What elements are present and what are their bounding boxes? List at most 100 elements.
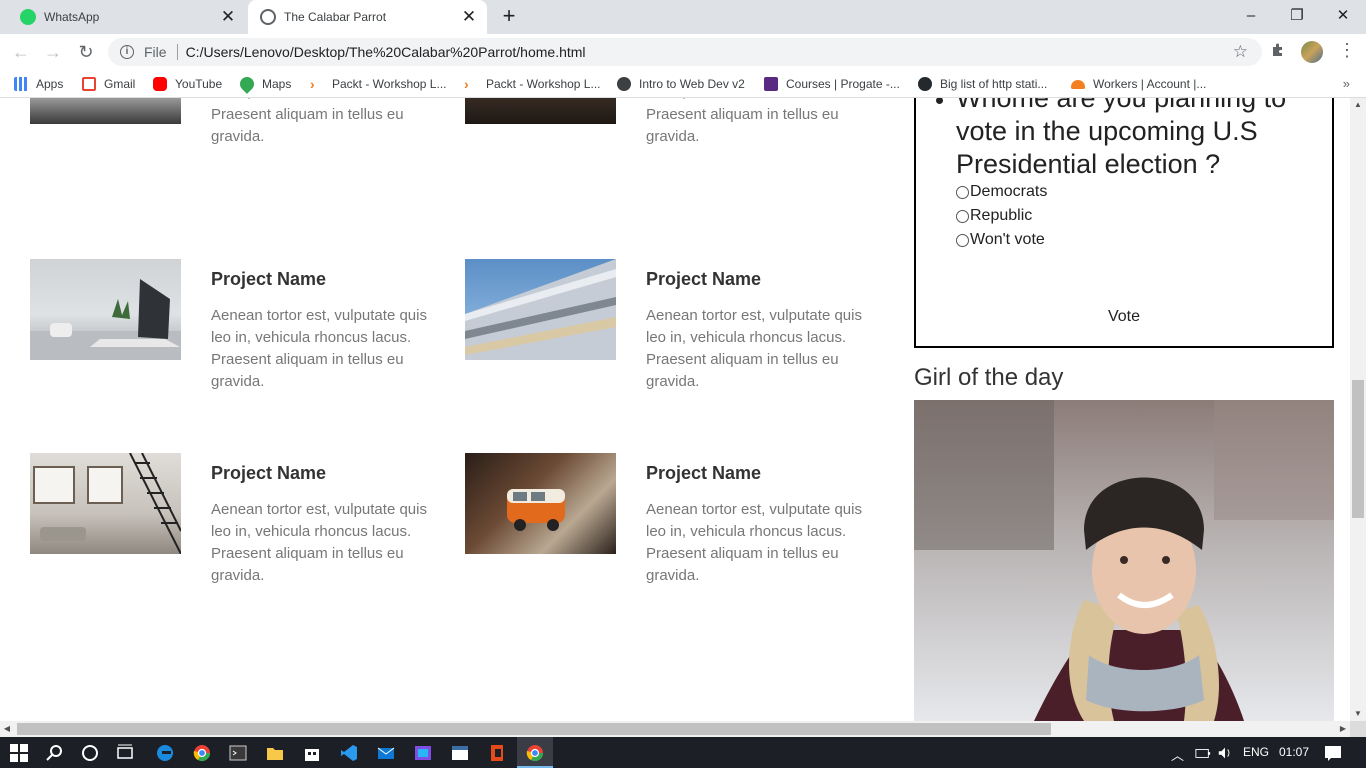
- clock[interactable]: 01:07: [1279, 745, 1309, 759]
- radio-button[interactable]: [956, 185, 969, 199]
- poll-question: Whome are you planning to vote in the up…: [956, 98, 1287, 179]
- tab-title: The Calabar Parrot: [284, 10, 387, 24]
- project-description: Aenean tortor est, vulputate quis leo in…: [211, 501, 427, 584]
- chrome-icon[interactable]: [193, 744, 211, 762]
- menu-icon[interactable]: ⋮: [1338, 40, 1356, 61]
- new-tab-button[interactable]: +: [497, 5, 521, 29]
- file-explorer-icon[interactable]: [266, 744, 284, 762]
- project-description: leo in, vehicula rhoncus lacus. Praesent…: [211, 98, 411, 145]
- notifications-icon[interactable]: [1324, 744, 1342, 762]
- active-chrome-task[interactable]: [517, 737, 553, 768]
- forward-button[interactable]: →: [40, 39, 66, 65]
- page-content: leo in, vehicula rhoncus lacus. Praesent…: [0, 98, 1350, 721]
- bookmarks-bar: Apps Gmail YouTube Maps › Packt - Worksh…: [0, 70, 1366, 98]
- close-tab-icon[interactable]: ✕: [457, 5, 481, 29]
- store-icon[interactable]: [303, 744, 321, 762]
- globe-icon: [617, 77, 631, 91]
- packt-icon: ›: [310, 76, 315, 92]
- back-button[interactable]: ←: [8, 39, 34, 65]
- bookmark-intro-web-dev[interactable]: Intro to Web Dev v2: [617, 75, 745, 93]
- project-image: [465, 98, 616, 124]
- tab-whatsapp[interactable]: WhatsApp ✕: [8, 0, 246, 34]
- bookmark-http-status[interactable]: Big list of http stati...: [918, 75, 1047, 93]
- packt-icon: ›: [464, 76, 469, 92]
- bookmark-label: Packt - Workshop L...: [486, 77, 601, 91]
- bookmark-gmail[interactable]: Gmail: [82, 75, 135, 93]
- option-label: Democrats: [970, 183, 1048, 200]
- option-label: Won't vote: [970, 231, 1045, 248]
- project-description: Aenean tortor est, vulputate quis leo in…: [211, 307, 427, 390]
- girl-of-the-day-heading: Girl of the day: [914, 364, 1064, 391]
- project-description: Aenean tortor est, vulputate quis leo in…: [646, 307, 862, 390]
- search-icon[interactable]: [46, 744, 64, 762]
- bookmark-label: Big list of http stati...: [940, 77, 1048, 91]
- vertical-scroll-thumb[interactable]: [1352, 380, 1364, 518]
- horizontal-scrollbar[interactable]: ◀ ▶: [0, 721, 1350, 737]
- photos-icon[interactable]: [414, 744, 432, 762]
- address-bar[interactable]: i File C:/Users/Lenovo/Desktop/The%20Cal…: [108, 38, 1262, 66]
- more-bookmarks-icon[interactable]: »: [1343, 76, 1350, 91]
- radio-button[interactable]: [956, 233, 969, 247]
- language-indicator[interactable]: ENG: [1243, 745, 1269, 759]
- minimize-button[interactable]: –: [1228, 0, 1274, 30]
- vscode-icon[interactable]: [340, 744, 358, 762]
- scroll-right-arrow-icon[interactable]: ▶: [1336, 721, 1350, 737]
- poll-option-wont-vote[interactable]: Won't vote: [956, 231, 1045, 249]
- windows-start-icon[interactable]: [10, 744, 28, 762]
- bookmark-label: Apps: [36, 77, 64, 91]
- horizontal-scroll-thumb[interactable]: [17, 723, 1051, 735]
- poll-option-republic[interactable]: Republic: [956, 207, 1032, 225]
- scroll-up-arrow-icon[interactable]: ▲: [1350, 98, 1366, 112]
- whatsapp-icon: [20, 9, 36, 25]
- battery-icon[interactable]: [1195, 744, 1211, 762]
- divider: [176, 44, 178, 60]
- task-view-icon[interactable]: [116, 744, 134, 762]
- bookmark-apps[interactable]: Apps: [14, 75, 63, 93]
- globe-icon: [260, 9, 276, 25]
- bookmark-label: YouTube: [175, 77, 223, 91]
- project-image-loft: [30, 453, 181, 554]
- terminal-icon[interactable]: [229, 744, 247, 762]
- bullet: [936, 98, 943, 104]
- office-icon[interactable]: [488, 744, 506, 762]
- vertical-scrollbar[interactable]: ▲ ▼: [1350, 98, 1366, 721]
- edge-icon[interactable]: [156, 744, 174, 762]
- scroll-left-arrow-icon[interactable]: ◀: [0, 721, 14, 737]
- progate-icon: [764, 77, 778, 91]
- reload-button[interactable]: ↻: [73, 39, 99, 65]
- scroll-down-arrow-icon[interactable]: ▼: [1350, 707, 1366, 721]
- cloudflare-icon: [1071, 79, 1085, 89]
- close-window-button[interactable]: ✕: [1320, 0, 1366, 30]
- apps-grid-icon: [14, 77, 28, 91]
- poll-option-democrats[interactable]: Democrats: [956, 183, 1047, 201]
- cortana-icon[interactable]: [81, 744, 99, 762]
- url-text[interactable]: C:/Users/Lenovo/Desktop/The%20Calabar%20…: [186, 44, 586, 60]
- bookmark-label: Intro to Web Dev v2: [639, 77, 745, 91]
- profile-avatar[interactable]: [1301, 41, 1323, 63]
- tab-title: WhatsApp: [44, 10, 100, 24]
- extensions-icon[interactable]: [1270, 42, 1288, 60]
- tray-overflow-icon[interactable]: ︿: [1171, 745, 1184, 764]
- info-icon[interactable]: i: [120, 45, 134, 59]
- volume-icon[interactable]: [1217, 744, 1233, 762]
- tab-strip: WhatsApp ✕ The Calabar Parrot ✕ + – ❐ ✕: [0, 0, 1366, 34]
- maximize-button[interactable]: ❐: [1274, 0, 1320, 30]
- close-tab-icon[interactable]: ✕: [216, 5, 240, 29]
- project-image: [30, 98, 181, 124]
- bookmark-maps[interactable]: Maps: [237, 74, 292, 94]
- calendar-app-icon[interactable]: [451, 744, 469, 762]
- bookmark-youtube[interactable]: YouTube: [153, 75, 222, 93]
- bookmark-star-icon[interactable]: ☆: [1233, 42, 1248, 62]
- vote-button[interactable]: Vote: [916, 308, 1332, 326]
- bookmark-packt-2[interactable]: › Packt - Workshop L...: [464, 75, 601, 93]
- tab-calabar-parrot[interactable]: The Calabar Parrot ✕: [248, 0, 487, 34]
- radio-button[interactable]: [956, 209, 969, 223]
- bookmark-packt-1[interactable]: › Packt - Workshop L...: [310, 75, 447, 93]
- gmail-icon: [82, 77, 96, 91]
- bookmark-progate[interactable]: Courses | Progate -...: [764, 75, 900, 93]
- bookmark-label: Packt - Workshop L...: [332, 77, 447, 91]
- bookmark-label: Maps: [262, 77, 292, 91]
- mail-icon[interactable]: [377, 744, 395, 762]
- bookmark-workers[interactable]: Workers | Account |...: [1071, 75, 1206, 93]
- project-title: Project Name: [646, 463, 762, 483]
